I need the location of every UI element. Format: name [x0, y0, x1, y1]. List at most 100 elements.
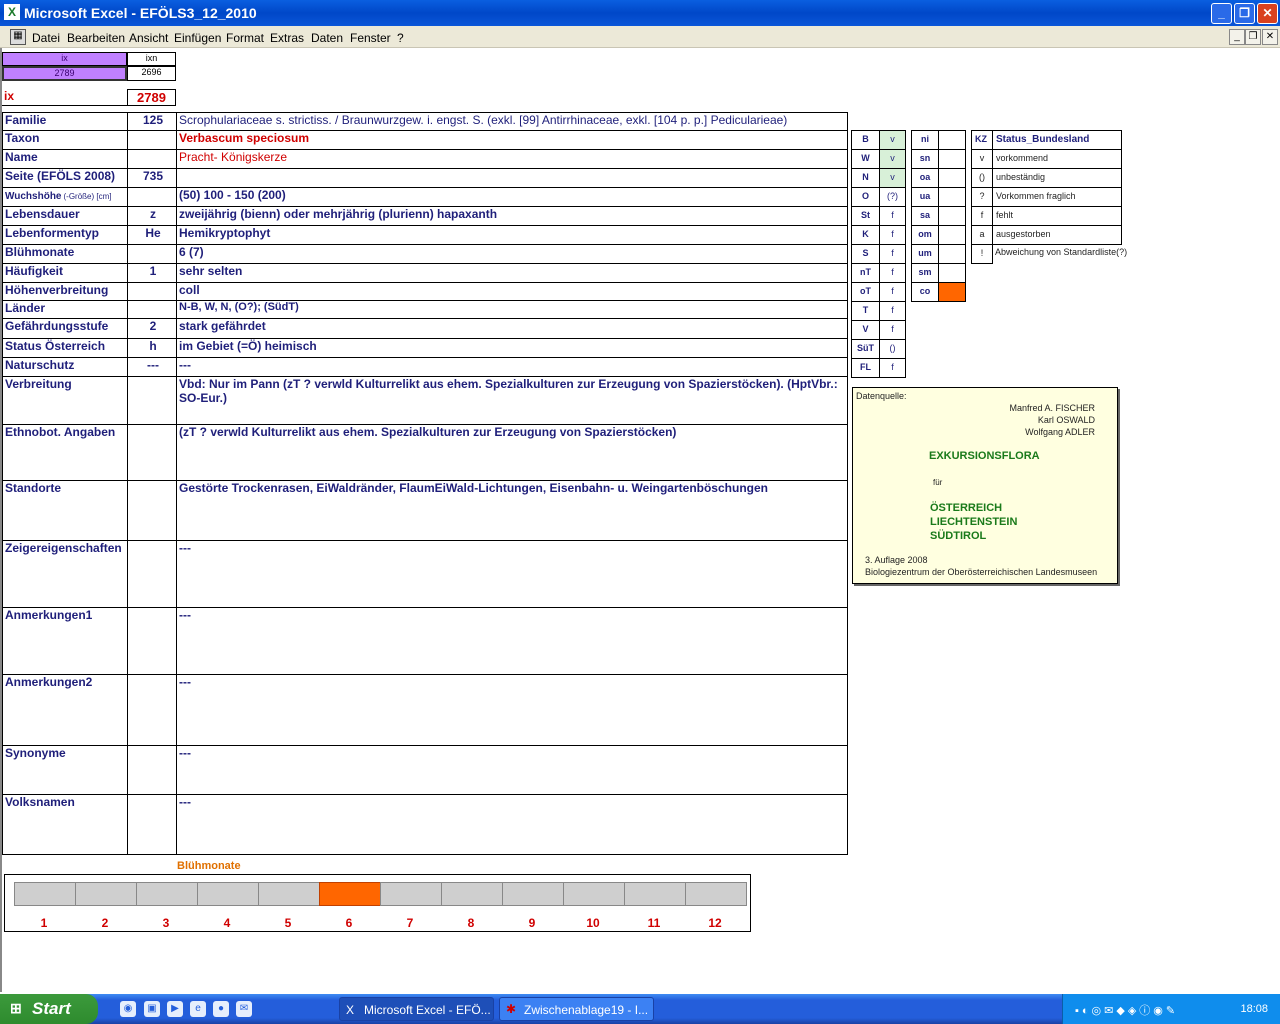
altitude-code[interactable]: um — [911, 244, 939, 264]
row-code[interactable] — [127, 244, 177, 264]
row-label[interactable]: Ethnobot. Angaben — [2, 424, 128, 481]
row-code[interactable] — [127, 540, 177, 608]
row-label[interactable]: Naturschutz — [2, 357, 128, 377]
menu-daten[interactable]: Daten — [311, 31, 343, 45]
legend-header[interactable]: Status_Bundesland — [992, 130, 1122, 150]
row-value[interactable]: --- — [176, 794, 848, 855]
row-code[interactable]: 125 — [127, 112, 177, 131]
altitude-code[interactable]: sn — [911, 149, 939, 169]
state-status[interactable]: v — [879, 168, 906, 188]
row-value[interactable]: coll — [176, 282, 848, 301]
tray-icons[interactable]: ▪◐◎✉◆◈ⓘ◉✎ — [1075, 1002, 1178, 1018]
row-code[interactable] — [127, 607, 177, 675]
row-label[interactable]: Blühmonate — [2, 244, 128, 264]
task-zwischenablage[interactable]: ✱ Zwischenablage19 - I... — [499, 997, 654, 1021]
row-value[interactable]: stark gefährdet — [176, 318, 848, 339]
legend-key[interactable]: ! — [971, 244, 993, 264]
state-code[interactable]: SüT — [851, 339, 880, 359]
state-code[interactable]: N — [851, 168, 880, 188]
row-value[interactable]: sehr selten — [176, 263, 848, 283]
menu-help[interactable]: ? — [397, 31, 404, 45]
state-status[interactable]: f — [879, 320, 906, 340]
menu-bearbeiten[interactable]: Bearbeiten — [67, 31, 125, 45]
state-code[interactable]: V — [851, 320, 880, 340]
legend-key[interactable]: a — [971, 225, 993, 245]
row-code[interactable] — [127, 674, 177, 746]
row-value[interactable]: --- — [176, 607, 848, 675]
state-code[interactable]: FL — [851, 358, 880, 378]
row-code[interactable]: --- — [127, 357, 177, 377]
altitude-mark[interactable] — [938, 187, 966, 207]
row-value[interactable]: --- — [176, 745, 848, 795]
row-value[interactable]: (zT ? verwld Kulturrelikt aus ehem. Spez… — [176, 424, 848, 481]
row-value[interactable]: im Gebiet (=Ö) heimisch — [176, 338, 848, 358]
row-code[interactable] — [127, 794, 177, 855]
row-value[interactable]: (50) 100 - 150 (200) — [176, 187, 848, 207]
row-value[interactable]: Gestörte Trockenrasen, EiWaldränder, Fla… — [176, 480, 848, 541]
row-label[interactable]: Verbreitung — [2, 376, 128, 425]
legend-key[interactable]: ? — [971, 187, 993, 207]
doc-minimize-button[interactable]: _ — [1229, 29, 1245, 45]
row-label[interactable]: Lebenformentyp — [2, 225, 128, 245]
menu-fenster[interactable]: Fenster — [350, 31, 391, 45]
menu-format[interactable]: Format — [226, 31, 264, 45]
row-code[interactable] — [127, 480, 177, 541]
state-code[interactable]: S — [851, 244, 880, 264]
row-value[interactable]: Vbd: Nur im Pann (zT ? verwld Kulturreli… — [176, 376, 848, 425]
legend-text[interactable]: Vorkommen fraglich — [992, 187, 1122, 207]
row-label[interactable]: Zeigereigenschaften — [2, 540, 128, 608]
row-code[interactable]: z — [127, 206, 177, 226]
state-code[interactable]: nT — [851, 263, 880, 283]
row-code[interactable] — [127, 149, 177, 169]
row-value[interactable]: Pracht- Königskerze — [176, 149, 848, 169]
ix-value-cell[interactable]: 2789 — [2, 66, 127, 81]
doc-restore-button[interactable]: ❐ — [1245, 29, 1261, 45]
state-code[interactable]: St — [851, 206, 880, 226]
state-status[interactable]: f — [879, 206, 906, 226]
state-status[interactable]: f — [879, 225, 906, 245]
ixn-value-cell[interactable]: 2696 — [127, 66, 176, 81]
menu-einfuegen[interactable]: Einfügen — [174, 31, 221, 45]
row-code[interactable] — [127, 130, 177, 150]
row-label[interactable]: Anmerkungen2 — [2, 674, 128, 746]
row-value[interactable] — [176, 168, 848, 188]
row-label[interactable]: Synonyme — [2, 745, 128, 795]
legend-kz-header[interactable]: KZ — [971, 130, 993, 150]
row-code[interactable]: 2 — [127, 318, 177, 339]
state-code[interactable]: T — [851, 301, 880, 321]
row-label[interactable]: Lebensdauer — [2, 206, 128, 226]
altitude-code[interactable]: co — [911, 282, 939, 302]
quicklaunch-icon-1[interactable]: ◉ — [120, 1001, 136, 1017]
altitude-mark[interactable] — [938, 282, 966, 302]
row-value[interactable]: --- — [176, 540, 848, 608]
row-value[interactable]: zweijährig (bienn) oder mehrjährig (plur… — [176, 206, 848, 226]
row-code[interactable] — [127, 376, 177, 425]
legend-key[interactable]: v — [971, 149, 993, 169]
row-label[interactable]: Länder — [2, 300, 128, 319]
state-status[interactable]: f — [879, 282, 906, 302]
legend-text[interactable]: Abweichung von Standardliste(?) — [992, 244, 1142, 264]
row-label[interactable]: Name — [2, 149, 128, 169]
row-value[interactable]: Scrophulariaceae s. strictiss. / Braunwu… — [176, 112, 848, 131]
row-label[interactable]: Höhenverbreitung — [2, 282, 128, 301]
state-status[interactable]: f — [879, 358, 906, 378]
altitude-code[interactable]: sa — [911, 206, 939, 226]
state-status[interactable]: () — [879, 339, 906, 359]
state-code[interactable]: B — [851, 130, 880, 150]
row-code[interactable]: 735 — [127, 168, 177, 188]
altitude-mark[interactable] — [938, 263, 966, 283]
row-label[interactable]: Taxon — [2, 130, 128, 150]
ie-icon[interactable]: e — [190, 1001, 206, 1017]
row-code[interactable] — [127, 745, 177, 795]
state-code[interactable]: oT — [851, 282, 880, 302]
altitude-code[interactable]: oa — [911, 168, 939, 188]
workbook-icon[interactable]: ▦ — [10, 29, 26, 45]
firefox-icon[interactable]: ● — [213, 1001, 229, 1017]
menu-extras[interactable]: Extras — [270, 31, 304, 45]
minimize-button[interactable]: _ — [1211, 3, 1232, 24]
row-code[interactable] — [127, 424, 177, 481]
altitude-mark[interactable] — [938, 149, 966, 169]
row-label[interactable]: Familie — [2, 112, 128, 131]
altitude-code[interactable]: om — [911, 225, 939, 245]
row-label[interactable]: Volksnamen — [2, 794, 128, 855]
